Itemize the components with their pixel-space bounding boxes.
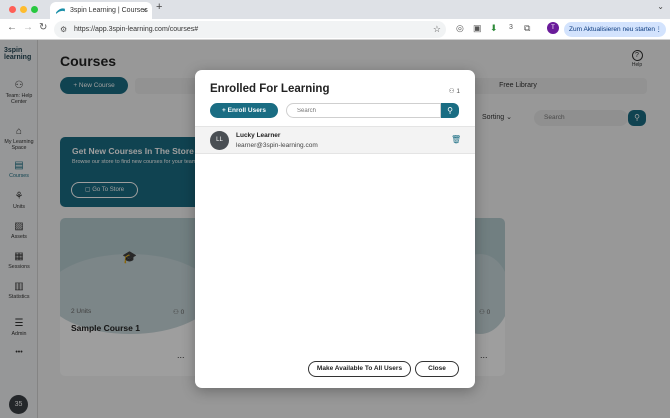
browser-toolbar: ← → ↻ ⚙ https://app.3spin-learning.com/c… (0, 19, 670, 40)
learner-search-input[interactable] (286, 103, 441, 118)
enrolled-learning-dialog: Enrolled For Learning ⚇ 1 + Enroll Users… (195, 70, 475, 388)
browser-tab-title: 3spin Learning | Courses (70, 7, 148, 14)
reload-icon[interactable]: ↻ (39, 22, 47, 33)
3spin-favicon-icon (56, 8, 65, 14)
dialog-title: Enrolled For Learning (210, 83, 330, 95)
close-tab-icon[interactable]: × (142, 2, 147, 19)
address-url: https://app.3spin-learning.com/courses# (74, 26, 199, 33)
extension-count-badge[interactable]: 3 (509, 24, 513, 31)
enrolled-user-count: ⚇ 1 (448, 88, 460, 95)
back-arrow-icon[interactable]: ← (7, 22, 17, 33)
learner-avatar: LL (210, 131, 229, 150)
browser-tab-strip: 3spin Learning | Courses × + ⌄ (0, 0, 670, 19)
list-item[interactable]: LL Lucky Learner learner@3spin-learning.… (195, 126, 475, 154)
translate-icon[interactable]: ◎ (456, 23, 464, 34)
bookmark-star-icon[interactable]: ☆ (433, 21, 441, 38)
search-icon: ⚲ (447, 106, 453, 115)
learner-name: Lucky Learner (236, 132, 281, 139)
browser-menu-icon[interactable]: ⋮ (656, 22, 663, 37)
browser-tab[interactable]: 3spin Learning | Courses × (50, 2, 152, 19)
trash-icon[interactable]: 🗑 (451, 135, 461, 144)
profile-avatar[interactable]: T (547, 22, 559, 34)
enroll-users-label: Enroll Users (227, 107, 266, 114)
close-button[interactable]: Close (415, 361, 459, 377)
maximize-window-dot[interactable] (31, 6, 38, 13)
extensions-puzzle-icon[interactable]: ⧉ (524, 23, 530, 34)
make-available-button[interactable]: Make Available To All Users (308, 361, 411, 377)
screen-cast-icon[interactable]: ▣ (473, 23, 482, 34)
download-icon[interactable]: ⬇ (490, 23, 498, 34)
site-settings-icon[interactable]: ⚙ (60, 21, 67, 38)
update-browser-label: Zum Aktualisieren neu starten (569, 26, 655, 33)
forward-arrow-icon[interactable]: → (23, 22, 33, 33)
enroll-users-button[interactable]: + Enroll Users (210, 103, 278, 118)
learner-email: learner@3spin-learning.com (236, 142, 318, 149)
address-bar[interactable]: ⚙ https://app.3spin-learning.com/courses… (54, 21, 446, 38)
new-tab-icon[interactable]: + (156, 1, 162, 13)
close-window-dot[interactable] (9, 6, 16, 13)
tab-search-icon[interactable]: ⌄ (657, 2, 664, 11)
update-browser-button[interactable]: Zum Aktualisieren neu starten ⋮ (564, 22, 666, 37)
minimize-window-dot[interactable] (20, 6, 27, 13)
learner-search-button[interactable]: ⚲ (441, 103, 459, 118)
